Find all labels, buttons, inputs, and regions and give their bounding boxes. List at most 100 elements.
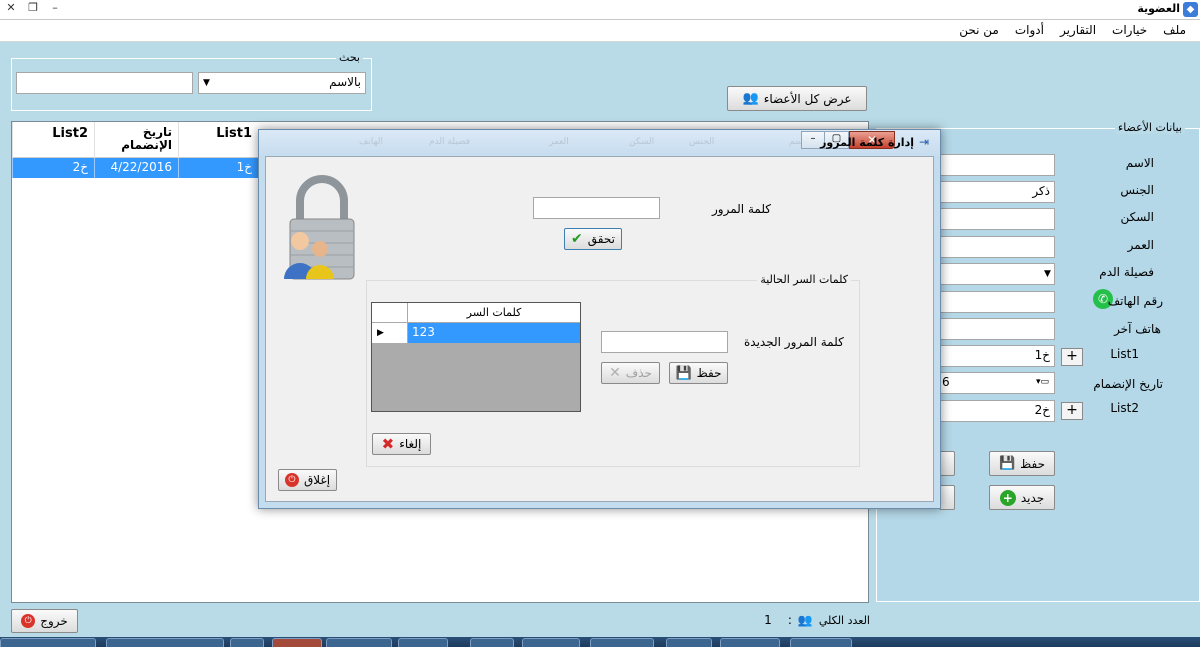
taskbar-item[interactable] bbox=[0, 638, 96, 647]
gender-field[interactable]: ذكر bbox=[939, 181, 1055, 203]
blood-type-select[interactable]: ▼ bbox=[939, 263, 1055, 285]
column-join-date[interactable]: تاريخ الإنضمام bbox=[94, 122, 178, 158]
hidden-button-2[interactable] bbox=[939, 485, 955, 510]
taskbar-item[interactable] bbox=[106, 638, 224, 647]
power-icon: ⏻ bbox=[284, 473, 299, 487]
taskbar-item[interactable] bbox=[326, 638, 392, 647]
delete-icon: ✕ bbox=[609, 365, 621, 381]
list1-field[interactable]: خ1 bbox=[939, 345, 1055, 367]
menu-tools[interactable]: أدوات bbox=[1007, 20, 1052, 41]
verify-button[interactable]: تحقق ✔ bbox=[564, 228, 622, 250]
taskbar-item[interactable] bbox=[230, 638, 264, 647]
close-label: إغلاق bbox=[303, 473, 331, 487]
dialog-bg-header: السكن bbox=[629, 137, 655, 147]
save-password-button[interactable]: حفظ 💾 bbox=[669, 362, 728, 384]
window-title: العضوية bbox=[1137, 2, 1180, 15]
search-by-select[interactable]: بالاسم ▼ bbox=[198, 72, 366, 94]
gender-label: الجنس bbox=[1120, 183, 1154, 197]
status-separator: : bbox=[787, 613, 792, 627]
dialog-bg-header: الجنس bbox=[689, 137, 715, 147]
phone-label: رقم الهاتف bbox=[1107, 294, 1163, 308]
menu-about[interactable]: من نحن bbox=[951, 20, 1007, 41]
menu-options[interactable]: خيارات bbox=[1104, 20, 1155, 41]
other-phone-field[interactable] bbox=[939, 318, 1055, 340]
name-field[interactable] bbox=[939, 154, 1055, 176]
menu-bar: ملف خيارات التقارير أدوات من نحن bbox=[0, 20, 1200, 42]
hidden-button-1[interactable] bbox=[939, 451, 955, 476]
passwords-table-header: كلمات السر bbox=[372, 303, 580, 323]
add-icon: + bbox=[999, 489, 1016, 506]
add-list2-button[interactable]: + bbox=[1061, 402, 1083, 420]
name-label: الاسم bbox=[1125, 156, 1154, 170]
dialog-bg-header: العمر bbox=[549, 137, 569, 147]
search-input[interactable] bbox=[16, 72, 193, 94]
menu-reports[interactable]: التقارير bbox=[1052, 20, 1104, 41]
taskbar-item[interactable] bbox=[272, 638, 322, 647]
current-passwords-legend: كلمات السر الحالية bbox=[757, 273, 851, 286]
dialog-body: كلمة المرور تحقق ✔ كلمات السر الحالية كل… bbox=[265, 156, 934, 502]
calendar-icon[interactable]: ▭▾ bbox=[1036, 377, 1049, 387]
passwords-table[interactable]: كلمات السر ▶ 123 bbox=[371, 302, 581, 412]
taskbar-item[interactable] bbox=[590, 638, 654, 647]
column-list1[interactable]: List1 bbox=[178, 122, 258, 158]
taskbar-item[interactable] bbox=[666, 638, 712, 647]
cell-list1: خ1 bbox=[178, 158, 258, 178]
phone-field[interactable] bbox=[939, 291, 1055, 313]
taskbar-item[interactable] bbox=[522, 638, 580, 647]
show-all-label: عرض كل الأعضاء bbox=[763, 91, 852, 106]
taskbar-item[interactable] bbox=[720, 638, 780, 647]
taskbar bbox=[0, 637, 1200, 647]
login-icon: ⇥ bbox=[919, 135, 930, 149]
taskbar-item[interactable] bbox=[790, 638, 852, 647]
password-label: كلمة المرور bbox=[712, 202, 772, 216]
new-password-input[interactable] bbox=[601, 331, 728, 353]
dialog-title-bar: الهاتف فصيلة الدم العمر السكن الجنس الاس… bbox=[259, 130, 940, 156]
age-field[interactable] bbox=[939, 236, 1055, 258]
cancel-icon: ✖ bbox=[381, 435, 395, 453]
power-icon: ⏻ bbox=[21, 614, 36, 628]
total-count-label: العدد الكلي bbox=[818, 613, 870, 627]
minimize-icon[interactable]: – bbox=[44, 0, 66, 17]
column-list2[interactable]: List2 bbox=[12, 122, 94, 158]
search-legend: بحث bbox=[336, 51, 363, 64]
menu-file[interactable]: ملف bbox=[1155, 20, 1194, 41]
list2-field[interactable]: خ2 bbox=[939, 400, 1055, 422]
save-icon: 💾 bbox=[998, 456, 1016, 471]
show-all-members-button[interactable]: عرض كل الأعضاء 👥 bbox=[727, 86, 867, 111]
members-icon: 👥 bbox=[742, 91, 759, 106]
list2-label: List2 bbox=[1110, 401, 1139, 415]
save-label: حفظ bbox=[1020, 456, 1046, 471]
residence-field[interactable] bbox=[939, 208, 1055, 230]
cell-list2: خ2 bbox=[12, 158, 94, 178]
taskbar-item[interactable] bbox=[470, 638, 514, 647]
dialog-bg-header: فصيلة الدم bbox=[429, 137, 471, 147]
add-list1-button[interactable]: + bbox=[1061, 348, 1083, 366]
password-dialog: الهاتف فصيلة الدم العمر السكن الجنس الاس… bbox=[258, 129, 941, 509]
exit-button[interactable]: خروج ⏻ bbox=[11, 609, 78, 633]
new-member-button[interactable]: جديد + bbox=[989, 485, 1055, 510]
close-dialog-button[interactable]: إغلاق ⏻ bbox=[278, 469, 337, 491]
cancel-button[interactable]: إلغاء ✖ bbox=[372, 433, 431, 455]
taskbar-item[interactable] bbox=[398, 638, 448, 647]
window-controls: ✕ ❐ – bbox=[0, 0, 66, 18]
other-phone-label: هاتف آخر bbox=[1114, 322, 1161, 336]
column-passwords[interactable]: كلمات السر bbox=[408, 303, 580, 322]
new-label: جديد bbox=[1020, 490, 1045, 505]
save-icon: 💾 bbox=[675, 365, 692, 381]
blood-type-label: فصيلة الدم bbox=[1099, 265, 1154, 279]
dialog-bg-header: الهاتف bbox=[359, 137, 383, 147]
dialog-title: إدارة كلمة المرور bbox=[820, 136, 914, 149]
join-date-picker[interactable]: 6 ▭▾ bbox=[939, 372, 1055, 394]
password-cell: 123 bbox=[408, 323, 580, 343]
save-password-label: حفظ bbox=[696, 366, 722, 380]
restore-icon[interactable]: ❐ bbox=[22, 0, 44, 17]
residence-label: السكن bbox=[1120, 210, 1154, 224]
status-bar: العدد الكلي 👥 : 1 bbox=[750, 611, 870, 629]
age-label: العمر bbox=[1127, 238, 1154, 252]
chevron-down-icon: ▼ bbox=[203, 78, 210, 88]
save-member-button[interactable]: حفظ 💾 bbox=[989, 451, 1055, 476]
delete-button[interactable]: حذف ✕ bbox=[601, 362, 660, 384]
table-row[interactable]: ▶ 123 bbox=[372, 323, 580, 343]
close-icon[interactable]: ✕ bbox=[0, 0, 22, 17]
password-input[interactable] bbox=[533, 197, 660, 219]
